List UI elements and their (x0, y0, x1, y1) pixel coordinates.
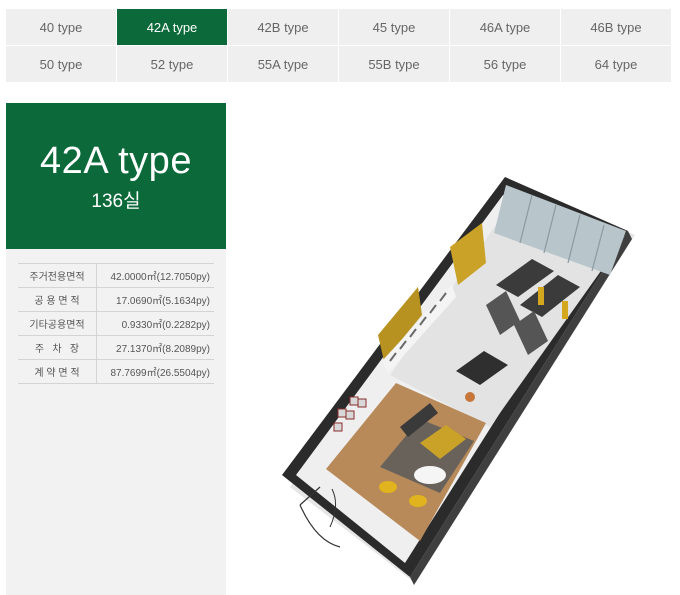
spec-value: 42.0000㎡(12.7050py) (110, 272, 210, 283)
spec-label: 공 용 면 적 (18, 287, 97, 312)
tab-42b-type[interactable]: 42B type (228, 9, 338, 45)
spec-row: 기타공용면적 0.9330㎡(0.2282py) (18, 311, 214, 336)
spec-value: 87.7699㎡(26.5504py) (110, 368, 210, 379)
tab-42a-type[interactable]: 42A type (117, 9, 227, 45)
tab-52-type[interactable]: 52 type (117, 46, 227, 82)
spec-value: 0.9330㎡(0.2282py) (121, 320, 210, 331)
spec-label: 계 약 면 적 (18, 359, 97, 384)
tab-45-type[interactable]: 45 type (339, 9, 449, 45)
unit-count: 136실 (91, 191, 141, 212)
unit-type-title: 42A type (40, 140, 192, 182)
spec-value: 27.1370㎡(8.2089py) (116, 344, 210, 355)
area-spec-table: 주거전용면적 42.0000㎡(12.7050py) 공 용 면 적 17.06… (18, 263, 214, 384)
spec-row: 계 약 면 적 87.7699㎡(26.5504py) (18, 359, 214, 384)
tab-55b-type[interactable]: 55B type (339, 46, 449, 82)
tab-50-type[interactable]: 50 type (6, 46, 116, 82)
spec-row: 주거전용면적 42.0000㎡(12.7050py) (18, 263, 214, 288)
spec-label: 주거전용면적 (18, 263, 97, 288)
tab-56-type[interactable]: 56 type (450, 46, 560, 82)
spec-label: 기타공용면적 (18, 311, 97, 336)
spec-label: 주 차 장 (18, 335, 97, 360)
type-tab-grid: 40 type 42A type 42B type 45 type 46A ty… (6, 9, 671, 82)
tab-64-type[interactable]: 64 type (561, 46, 671, 82)
tab-40-type[interactable]: 40 type (6, 9, 116, 45)
unit-info-panel: 42A type 136실 주거전용면적 42.0000㎡(12.7050py)… (6, 103, 226, 595)
tab-55a-type[interactable]: 55A type (228, 46, 338, 82)
unit-header: 42A type 136실 (6, 103, 226, 249)
spec-row: 주 차 장 27.1370㎡(8.2089py) (18, 335, 214, 360)
spec-row: 공 용 면 적 17.0690㎡(5.1634py) (18, 287, 214, 312)
tab-46a-type[interactable]: 46A type (450, 9, 560, 45)
spec-value: 17.0690㎡(5.1634py) (116, 296, 210, 307)
tab-46b-type[interactable]: 46B type (561, 9, 671, 45)
floor-plan-image (282, 177, 635, 585)
